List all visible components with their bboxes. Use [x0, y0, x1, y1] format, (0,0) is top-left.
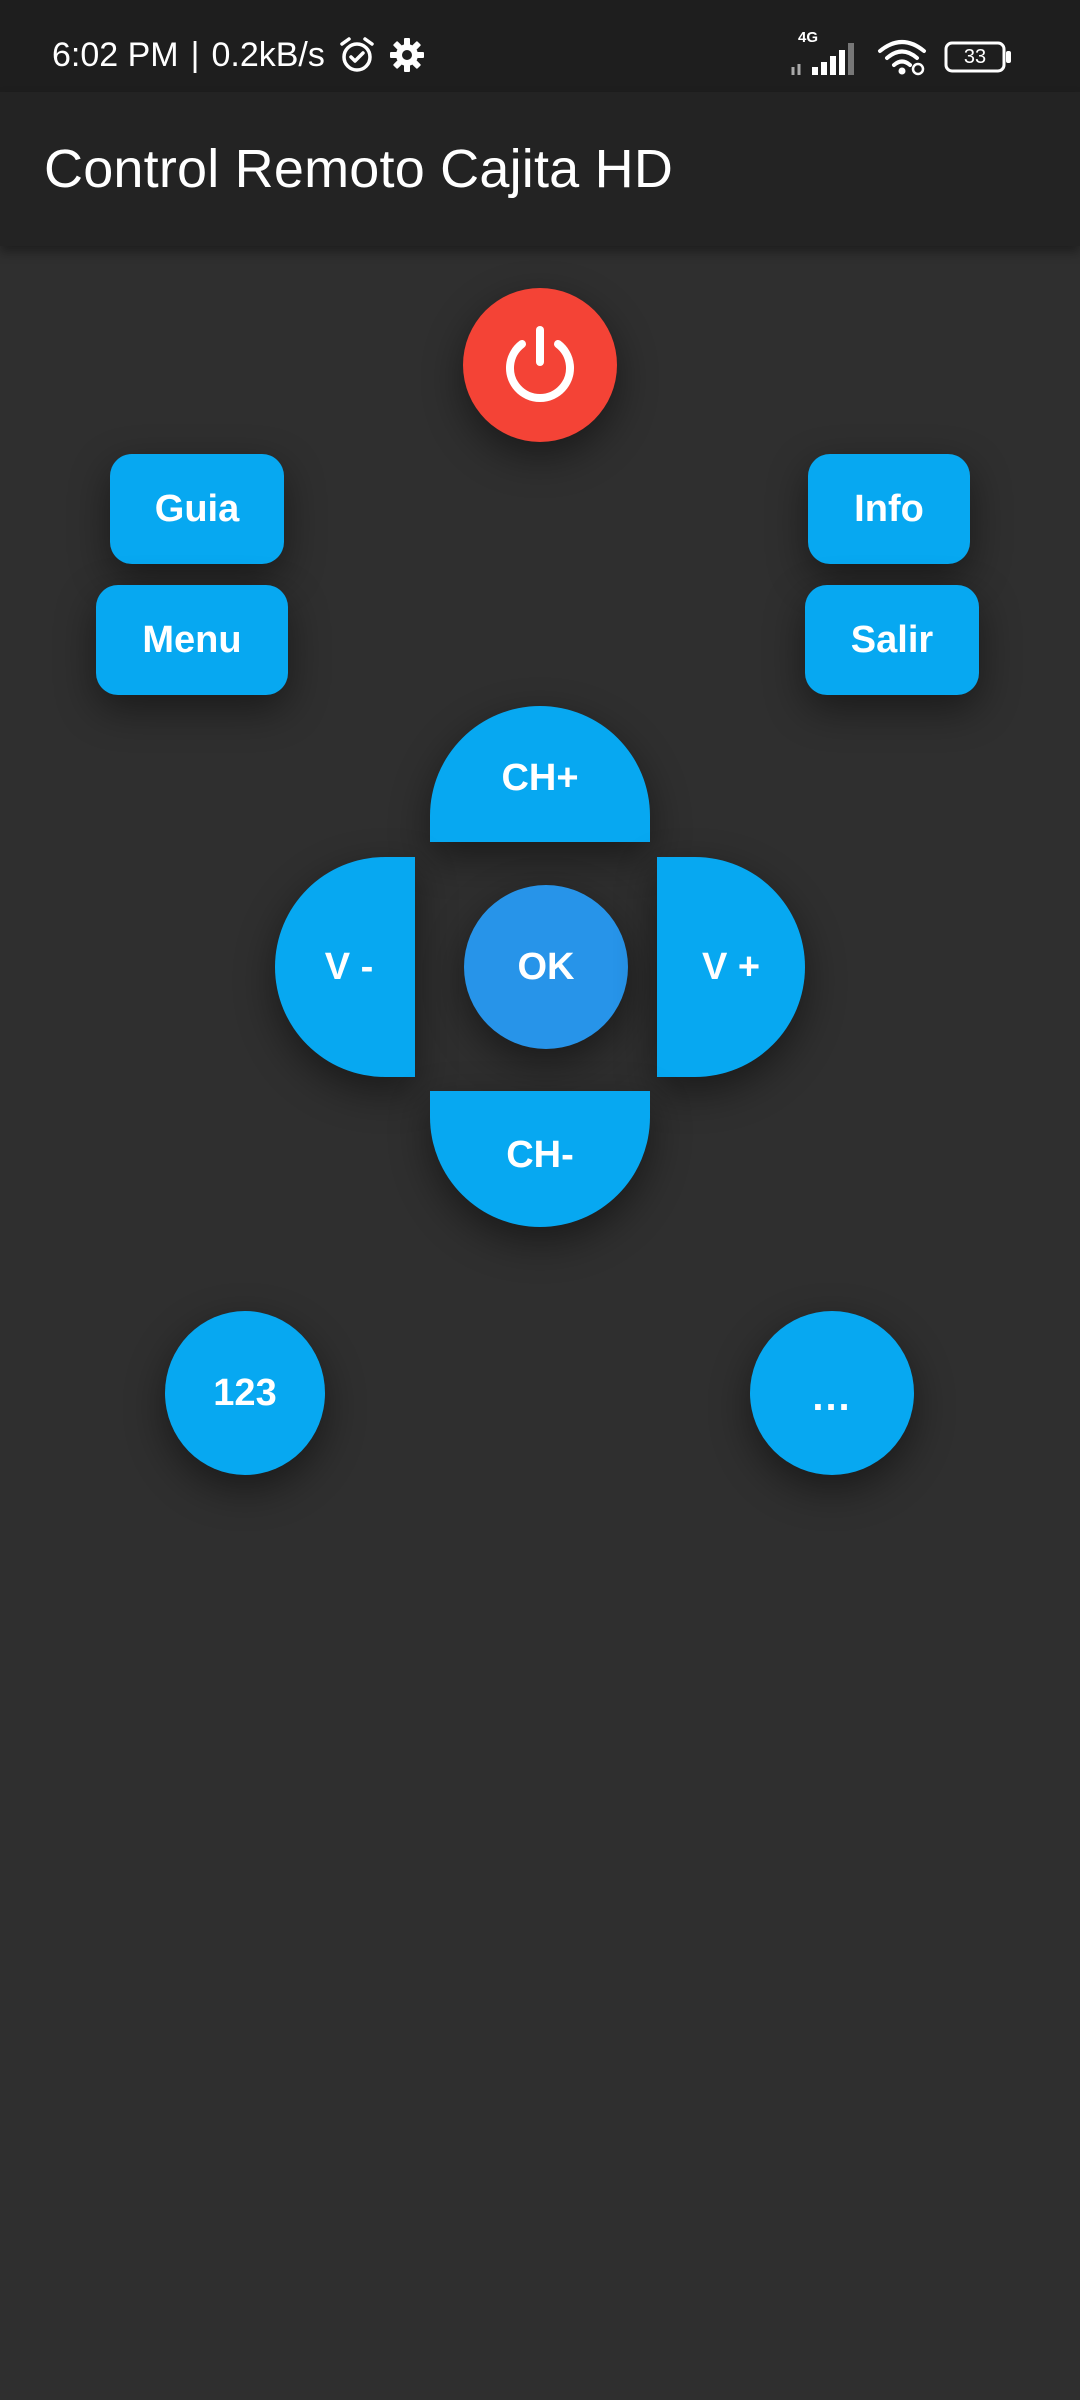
channel-down-button[interactable]: CH-: [430, 1091, 650, 1227]
guia-button[interactable]: Guia: [110, 454, 284, 564]
app-bar: Control Remoto Cajita HD: [0, 92, 1080, 246]
menu-button[interactable]: Menu: [96, 585, 288, 695]
power-icon: [495, 320, 585, 410]
alarm-icon: [337, 35, 377, 75]
status-separator: |: [190, 35, 200, 74]
battery-icon: 33: [944, 40, 1014, 74]
status-speed: 0.2kB/s: [211, 35, 325, 74]
info-button[interactable]: Info: [808, 454, 970, 564]
power-button[interactable]: [463, 288, 617, 442]
volume-up-button[interactable]: V +: [657, 857, 805, 1077]
salir-button[interactable]: Salir: [805, 585, 979, 695]
app-title: Control Remoto Cajita HD: [44, 139, 674, 199]
more-options-button[interactable]: ...: [750, 1311, 914, 1475]
gear-icon: [389, 37, 425, 73]
status-time: 6:02 PM: [52, 35, 179, 74]
wifi-icon: [876, 37, 928, 77]
remote-control: Guia Info Menu Salir CH+ V - OK V + CH- …: [0, 246, 1080, 2400]
channel-up-button[interactable]: CH+: [430, 706, 650, 842]
battery-level: 33: [963, 45, 987, 68]
ok-button[interactable]: OK: [464, 885, 628, 1049]
status-bar: 6:02 PM | 0.2kB/s 4G 33: [0, 0, 1080, 92]
volume-down-button[interactable]: V -: [275, 857, 415, 1077]
numbers-button[interactable]: 123: [165, 1311, 325, 1475]
more-label: ...: [812, 1374, 852, 1419]
signal-icon: 4G: [790, 29, 860, 77]
